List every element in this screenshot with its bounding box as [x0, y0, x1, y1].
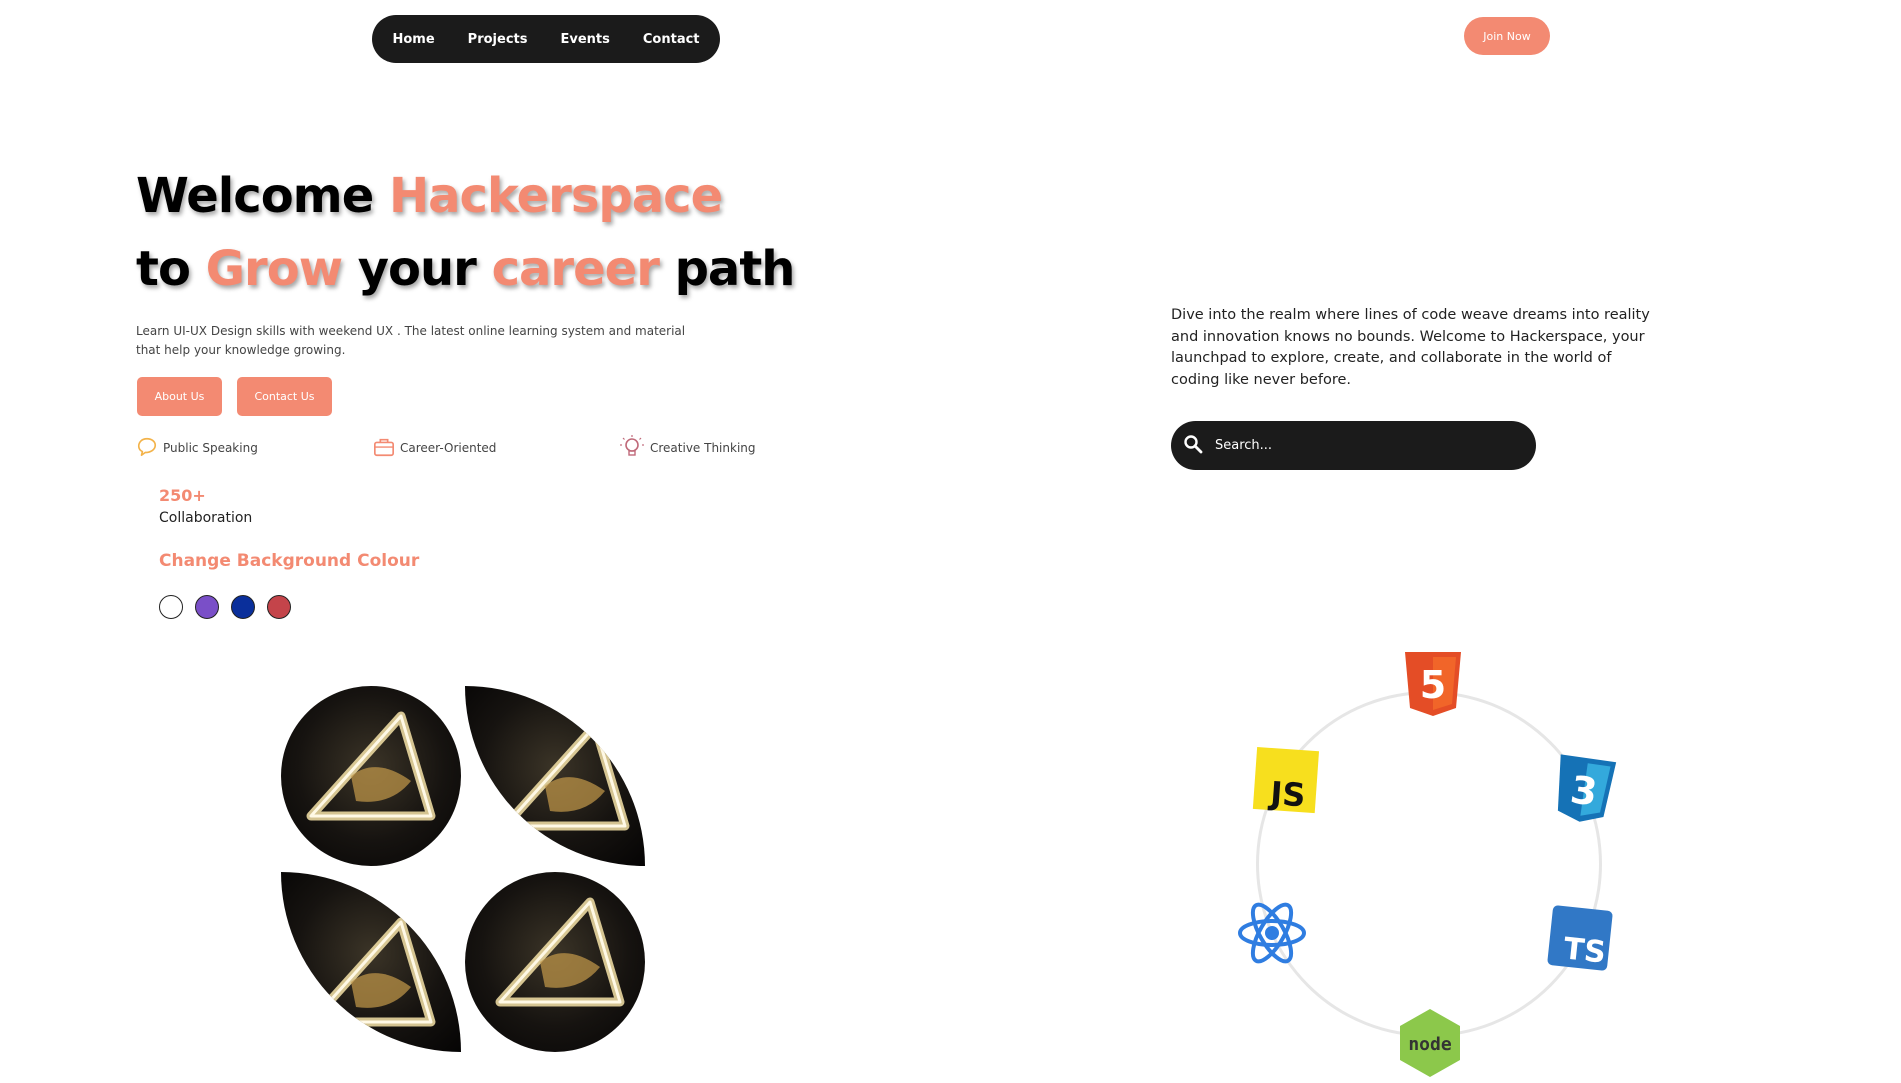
javascript-icon: JS	[1249, 743, 1321, 815]
hero-word: path	[658, 241, 796, 297]
change-background-title: Change Background Colour	[159, 551, 420, 571]
collaboration-label: Collaboration	[159, 510, 253, 526]
hero-word: Welcome	[136, 168, 389, 224]
nav-home[interactable]: Home	[392, 32, 434, 47]
lightbulb-icon	[619, 434, 645, 463]
hero-highlight-word: Hackerspace	[388, 168, 723, 224]
hero-word: to	[136, 241, 206, 297]
feature-label: Public Speaking	[163, 441, 258, 455]
swatch-white[interactable]	[159, 595, 183, 619]
swatch-blue[interactable]	[231, 595, 255, 619]
main-nav: Home Projects Events Contact	[372, 15, 720, 63]
react-icon	[1236, 897, 1308, 969]
html5-icon: 5	[1397, 648, 1469, 720]
swatch-red[interactable]	[267, 595, 291, 619]
collaboration-count: 250+	[159, 486, 206, 505]
swatch-purple[interactable]	[195, 595, 219, 619]
hero-highlight-word: Grow	[205, 241, 343, 297]
nav-contact[interactable]: Contact	[643, 32, 700, 47]
speech-icon	[136, 436, 158, 461]
typescript-label: TS	[1562, 931, 1608, 970]
feature-career-oriented: Career-Oriented	[373, 436, 496, 460]
feature-public-speaking: Public Speaking	[136, 436, 258, 460]
search-bar	[1171, 421, 1536, 470]
nav-events[interactable]: Events	[560, 32, 609, 47]
briefcase-icon	[373, 436, 395, 461]
hero-image-petal	[465, 686, 645, 866]
typescript-icon: TS	[1544, 902, 1616, 974]
contact-us-button[interactable]: Contact Us	[237, 377, 332, 416]
feature-label: Creative Thinking	[650, 441, 756, 455]
hero-image-petal	[281, 686, 461, 866]
hero-word: your	[342, 241, 492, 297]
feature-label: Career-Oriented	[400, 441, 497, 455]
about-us-button[interactable]: About Us	[137, 377, 222, 416]
intro-description: Dive into the realm where lines of code …	[1171, 307, 1650, 388]
javascript-label: JS	[1267, 774, 1307, 814]
nav-projects[interactable]: Projects	[468, 32, 528, 47]
css3-icon: 3	[1548, 754, 1620, 826]
feature-creative-thinking: Creative Thinking	[619, 434, 756, 463]
search-input[interactable]	[1213, 437, 1517, 454]
hero-subtitle: Learn UI-UX Design skills with weekend U…	[136, 324, 686, 357]
nodejs-icon: node	[1394, 1007, 1466, 1079]
join-now-button[interactable]: Join Now	[1464, 17, 1550, 55]
html5-number: 5	[1420, 663, 1446, 707]
hero-highlight-word: career	[491, 241, 660, 297]
hero-title: Welcome Hackerspace to Grow your career …	[136, 160, 796, 306]
hero-image-petal	[281, 872, 461, 1052]
search-icon[interactable]	[1183, 434, 1203, 458]
nodejs-label: node	[1408, 1034, 1452, 1055]
hero-image-petal	[465, 872, 645, 1052]
